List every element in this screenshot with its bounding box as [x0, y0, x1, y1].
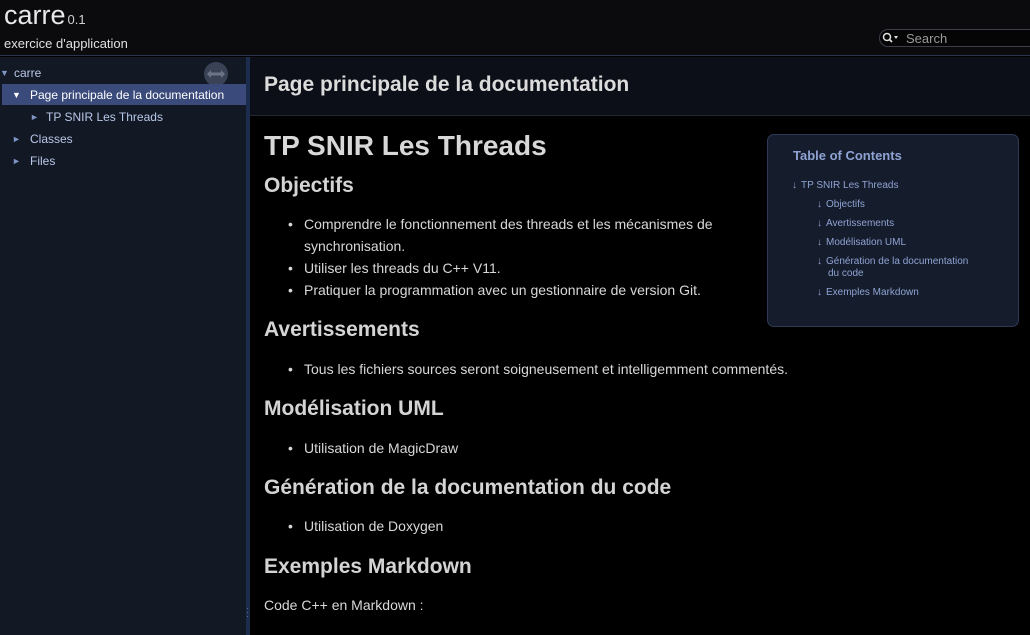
nav-item-label[interactable]: carre — [14, 66, 41, 80]
nav-item-files[interactable]: ► Files — [0, 150, 240, 171]
nav-item-label[interactable]: TP SNIR Les Threads — [46, 110, 163, 124]
list-item: Tous les fichiers sources seront soigneu… — [264, 358, 964, 380]
nav-item-label[interactable]: Files — [30, 154, 55, 168]
expand-arrow-icon[interactable]: ▼ — [12, 90, 30, 100]
main-heading: TP SNIR Les Threads — [264, 130, 547, 161]
nav-item-tp-snir[interactable]: ► TP SNIR Les Threads — [0, 106, 240, 127]
doc-content: Page principale de la documentation TP S… — [250, 57, 1030, 635]
list-item-continuation: synchronisation. — [304, 238, 406, 254]
page-title: Page principale de la documentation — [264, 73, 630, 96]
list-avertissements: Tous les fichiers sources seront soigneu… — [264, 358, 964, 380]
toc-link-generation-cont[interactable]: du code — [828, 268, 864, 280]
down-arrow-icon: ↓ — [817, 218, 822, 229]
toc-link-markdown[interactable]: ↓ Exemples Markdown — [817, 287, 919, 299]
sync-toggle-icon[interactable] — [204, 62, 228, 86]
list-item: Utilisation de MagicDraw — [264, 437, 764, 459]
list-uml: Utilisation de MagicDraw — [264, 437, 764, 459]
down-arrow-icon: ↓ — [817, 256, 822, 267]
nav-item-label[interactable]: Classes — [30, 132, 73, 146]
list-item: Utiliser les threads du C++ V11. — [264, 257, 764, 279]
list-item: Utilisation de Doxygen — [264, 515, 764, 537]
table-of-contents: Table of Contents ↓ TP SNIR Les Threads ↓… — [767, 134, 1019, 327]
expand-arrow-icon[interactable]: ► — [12, 156, 30, 166]
toc-link-uml[interactable]: ↓ Modélisation UML — [817, 237, 906, 249]
section-heading-avertissements: Avertissements — [264, 318, 420, 341]
list-objectifs: Comprendre le fonctionnement des threads… — [264, 213, 764, 301]
section-heading-markdown: Exemples Markdown — [264, 555, 472, 578]
project-name: carre 0.1 — [4, 0, 86, 30]
project-number: 0.1 — [67, 12, 86, 27]
section-heading-uml: Modélisation UML — [264, 397, 444, 420]
toc-link-objectifs[interactable]: ↓ Objectifs — [817, 199, 865, 211]
list-item: Pratiquer la programmation avec un gesti… — [264, 279, 764, 301]
toc-title: Table of Contents — [793, 148, 902, 163]
section-heading-objectifs: Objectifs — [264, 174, 354, 197]
expand-arrow-icon[interactable]: ► — [12, 134, 30, 144]
down-arrow-icon: ↓ — [792, 180, 797, 191]
section-heading-generation: Génération de la documentation du code — [264, 476, 672, 499]
list-generation: Utilisation de Doxygen — [264, 515, 764, 537]
page-header: Page principale de la documentation — [250, 57, 1030, 116]
down-arrow-icon: ↓ — [817, 199, 822, 210]
search-icon[interactable] — [880, 30, 902, 46]
nav-item-label[interactable]: Page principale de la documentation — [30, 88, 224, 102]
search-box[interactable] — [879, 29, 1030, 47]
list-item: Comprendre le fonctionnement des threads… — [264, 213, 764, 235]
toc-link-avertissements[interactable]: ↓ Avertissements — [817, 218, 894, 230]
toc-link-tp-snir[interactable]: ↓ TP SNIR Les Threads — [792, 180, 898, 192]
project-brief: exercice d'application — [4, 36, 128, 51]
expand-arrow-icon[interactable]: ► — [30, 112, 46, 122]
title-area: carre 0.1 exercice d'application — [0, 0, 1030, 56]
nav-item-main-page[interactable]: ▼ Page principale de la documentation — [2, 84, 246, 105]
paragraph-code-cpp: Code C++ en Markdown : — [264, 597, 424, 613]
nav-item-carre[interactable]: ▼ carre — [0, 62, 200, 83]
toc-link-generation[interactable]: ↓ Génération de la documentation — [817, 256, 968, 268]
down-arrow-icon: ↓ — [817, 237, 822, 248]
nav-item-classes[interactable]: ► Classes — [0, 128, 240, 149]
down-arrow-icon: ↓ — [817, 287, 822, 298]
search-input[interactable] — [902, 30, 1022, 46]
